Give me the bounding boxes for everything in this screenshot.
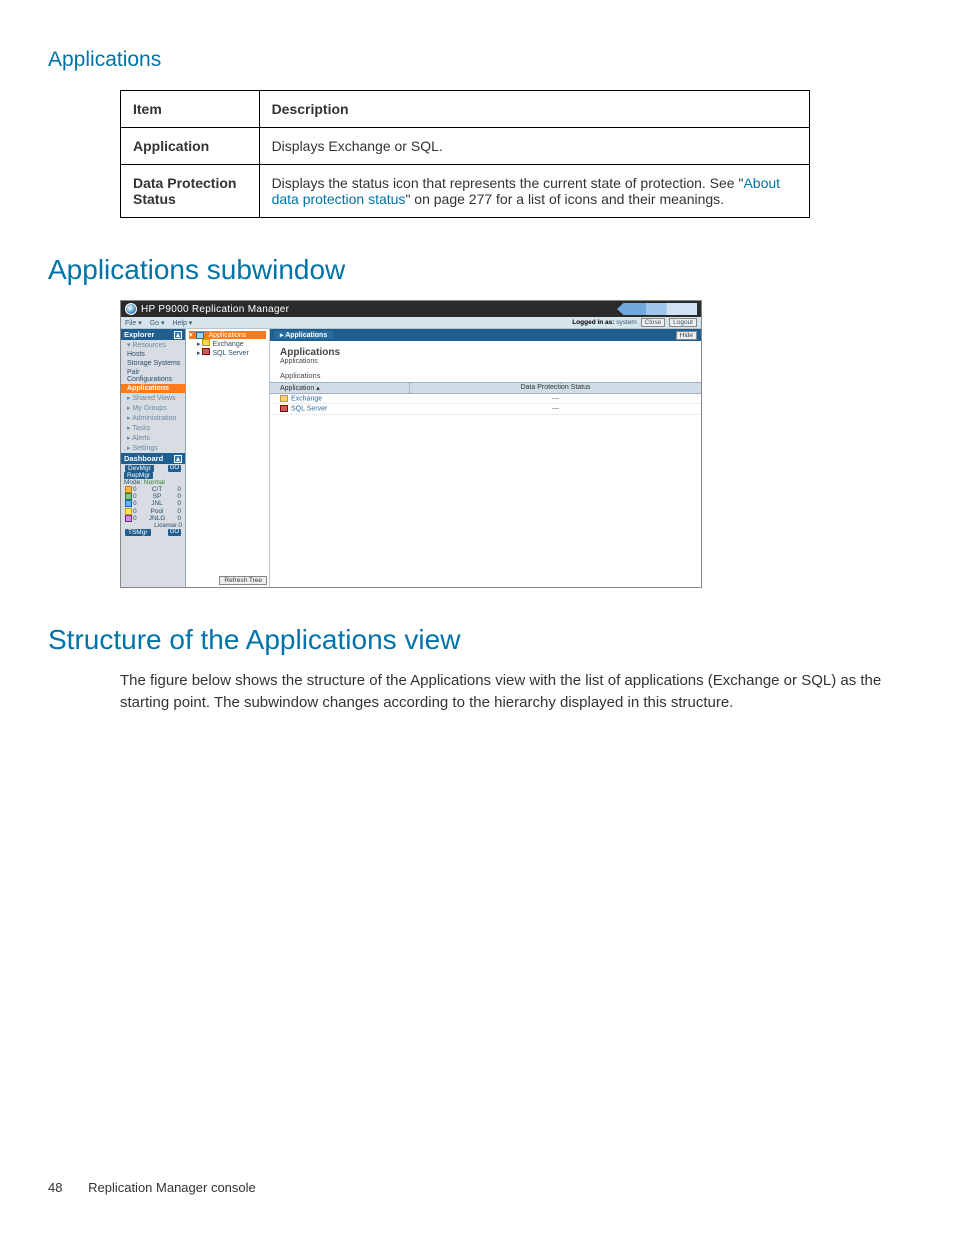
table-row-label: Data Protection Status <box>121 165 260 218</box>
refresh-tree-button[interactable]: Refresh Tree <box>219 576 267 585</box>
subheading: Applications <box>270 369 701 382</box>
collapse-icon[interactable]: ▴ <box>174 455 182 463</box>
result-table: Application ▴ Data Protection Status Exc… <box>270 382 701 415</box>
login-status: Logged in as: system Close Logout <box>572 319 697 326</box>
tree-item-exchange[interactable]: ▸ Exchange <box>189 339 266 348</box>
dash-go[interactable]: GO <box>168 529 181 536</box>
menu-file[interactable]: File ▾ <box>125 320 142 327</box>
menu-left: File ▾ Go ▾ Help ▾ <box>125 319 198 327</box>
menu-go[interactable]: Go ▾ <box>150 320 165 327</box>
structure-paragraph: The figure below shows the structure of … <box>120 670 898 714</box>
dashboard-header: Dashboard▴ <box>121 453 185 464</box>
menu-help[interactable]: Help ▾ <box>172 320 192 327</box>
applications-table: Item Description Application Displays Ex… <box>120 90 810 218</box>
main-heading: Applications <box>280 347 691 358</box>
dashboard-panel: DevMgrGO RepMgr Mode: Normal 0C/T0 0SP0 … <box>121 464 185 537</box>
tree-root[interactable]: ▾Applications <box>189 331 266 339</box>
nav-resources[interactable]: ▾ Resources <box>121 340 185 350</box>
collapse-icon[interactable]: ▴ <box>174 331 182 339</box>
app-titlebar: HP P9000 Replication Manager <box>121 301 701 317</box>
status-icon <box>125 493 132 500</box>
status-icon <box>125 500 132 507</box>
menubar: File ▾ Go ▾ Help ▾ Logged in as: system … <box>121 317 701 329</box>
tree-panel: ▾Applications ▸ Exchange ▸ SQL Server Re… <box>186 329 270 587</box>
exchange-icon <box>280 395 288 402</box>
app-title: HP P9000 Replication Manager <box>141 304 289 315</box>
table-row-desc: Displays Exchange or SQL. <box>259 128 809 165</box>
nav-pair-configurations[interactable]: Pair Configurations <box>121 368 185 384</box>
tabbar: ▸ Applications Hide <box>270 329 701 341</box>
status-icon <box>125 486 132 493</box>
dash-repmgr[interactable]: RepMgr <box>124 472 153 479</box>
hp-logo-icon <box>125 303 137 315</box>
table-row-label: Application <box>121 128 260 165</box>
section-structure-title: Structure of the Applications view <box>48 624 906 656</box>
dash-tsmgr[interactable]: TSMgr <box>125 529 151 536</box>
nav-my-groups[interactable]: ▸ My Groups <box>121 403 185 413</box>
page-footer: 48 Replication Manager console <box>48 1180 256 1195</box>
nav-shared-views[interactable]: ▸ Shared Views <box>121 393 185 403</box>
dash-license: License 0 <box>124 522 182 529</box>
explorer-sidebar: Explorer▴ ▾ Resources Hosts Storage Syst… <box>121 329 186 587</box>
dash-devmgr[interactable]: DevMgr <box>125 465 154 472</box>
folder-icon <box>196 332 204 339</box>
page-number: 48 <box>48 1180 62 1195</box>
section-applications-title: Applications <box>48 48 906 72</box>
nav-alerts[interactable]: ▸ Alerts <box>121 433 185 443</box>
dash-go[interactable]: GO <box>168 465 181 472</box>
status-icon <box>125 508 132 515</box>
tree-item-sql[interactable]: ▸ SQL Server <box>189 348 266 357</box>
table-header-description: Description <box>259 91 809 128</box>
sql-icon <box>202 348 210 355</box>
nav-settings[interactable]: ▸ Settings <box>121 443 185 453</box>
brand-swoosh-icon <box>617 303 697 315</box>
tab-applications[interactable]: ▸ Applications <box>274 331 333 339</box>
doc-title: Replication Manager console <box>88 1180 256 1195</box>
main-panel: ▸ Applications Hide Applications Applica… <box>270 329 701 587</box>
status-icon <box>125 515 132 522</box>
close-button[interactable]: Close <box>641 318 666 327</box>
col-status[interactable]: Data Protection Status <box>410 383 701 393</box>
col-application[interactable]: Application ▴ <box>270 383 410 393</box>
table-row[interactable]: Exchange — <box>270 394 701 404</box>
logout-button[interactable]: Logout <box>669 318 697 327</box>
table-row-desc: Displays the status icon that represents… <box>259 165 809 218</box>
explorer-header: Explorer▴ <box>121 329 185 340</box>
nav-hosts[interactable]: Hosts <box>121 350 185 359</box>
desc-post: " on page 277 for a list of icons and th… <box>405 191 724 207</box>
table-header-item: Item <box>121 91 260 128</box>
exchange-icon <box>202 339 210 346</box>
nav-applications[interactable]: Applications <box>121 384 185 393</box>
breadcrumb: Applications <box>280 358 691 365</box>
section-subwindow-title: Applications subwindow <box>48 254 906 286</box>
nav-storage-systems[interactable]: Storage Systems <box>121 359 185 368</box>
desc-pre: Displays the status icon that represents… <box>272 175 744 191</box>
nav-tasks[interactable]: ▸ Tasks <box>121 423 185 433</box>
sql-icon <box>280 405 288 412</box>
screenshot: HP P9000 Replication Manager File ▾ Go ▾… <box>120 300 702 588</box>
hide-button[interactable]: Hide <box>676 331 697 340</box>
nav-administration[interactable]: ▸ Administration <box>121 413 185 423</box>
table-row[interactable]: SQL Server — <box>270 404 701 414</box>
